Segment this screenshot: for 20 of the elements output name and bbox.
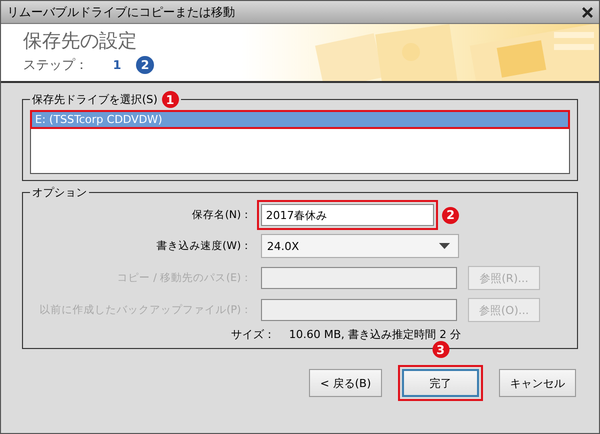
dropdown-arrow-icon — [439, 243, 450, 249]
step-label: ステップ： — [23, 57, 88, 74]
field-label: 書き込み速度(W)： — [155, 239, 252, 253]
size-value: 10.60 MB, 書き込み推定時間 2 分 — [288, 327, 461, 342]
group-legend: オプション — [32, 185, 87, 200]
close-icon[interactable] — [582, 6, 593, 18]
speed-dropdown[interactable]: 24.0X — [261, 234, 459, 258]
dialog-button[interactable]: < 戻る(B) — [309, 369, 382, 397]
step-indicator: 1 — [112, 57, 122, 74]
page-heading: 保存先の設定 — [23, 29, 137, 54]
step-indicator: 2 — [136, 56, 154, 74]
group-legend: 保存先ドライブを選択(S) — [32, 92, 158, 107]
callout-number: 1 — [162, 91, 179, 108]
callout-number: 3 — [432, 341, 449, 358]
window-title: リムーバブルドライブにコピーまたは移動 — [7, 4, 235, 20]
dialog-button[interactable]: キャンセル — [499, 369, 576, 397]
callout-number: 2 — [442, 206, 459, 224]
dialog-button[interactable]: 完了 — [402, 369, 479, 397]
size-label: サイズ： — [230, 327, 275, 342]
field-label: 保存名(N)： — [190, 208, 252, 222]
